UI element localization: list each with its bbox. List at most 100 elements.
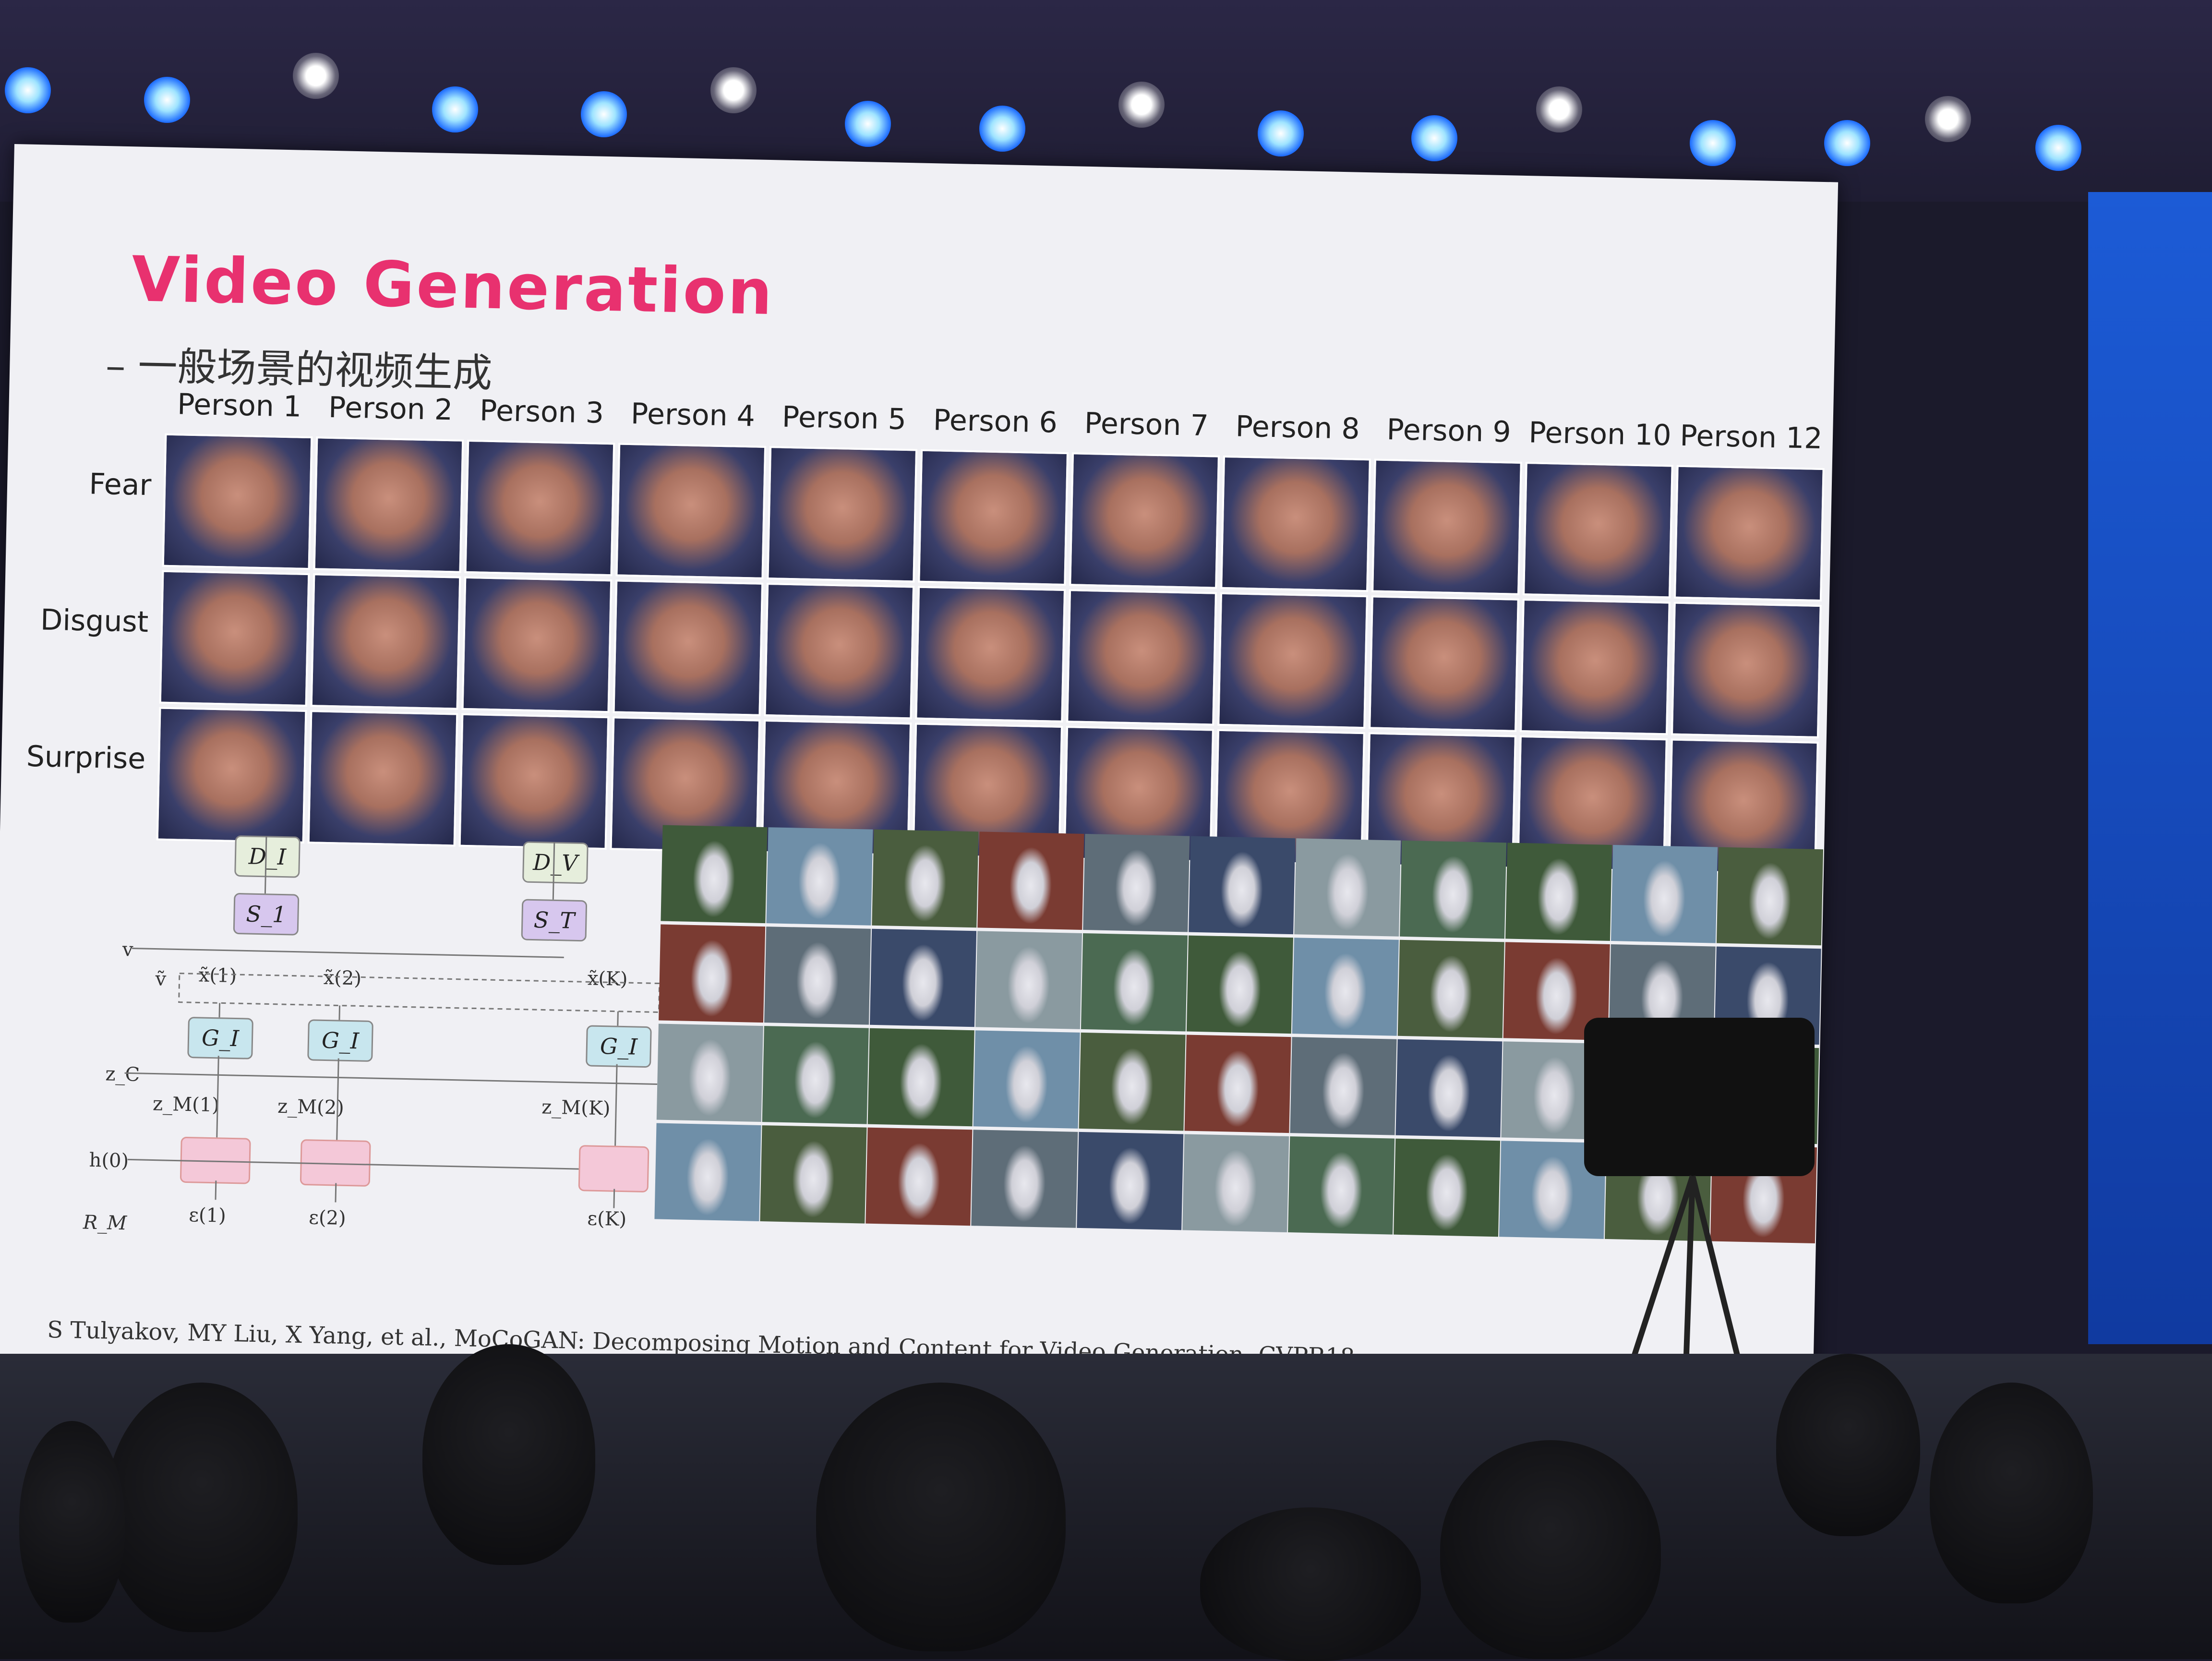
taichi-frame xyxy=(1186,935,1293,1034)
column-header: Person 9 xyxy=(1386,413,1512,449)
face-frame xyxy=(615,443,767,579)
taichi-frame xyxy=(1182,1134,1289,1233)
stage-light xyxy=(1536,86,1582,132)
taichi-frame xyxy=(1083,834,1190,932)
face-frame xyxy=(1371,458,1522,595)
face-frame xyxy=(310,573,461,710)
taichi-frame xyxy=(1079,1032,1186,1131)
stage-light xyxy=(581,91,627,137)
taichi-frame xyxy=(762,1026,869,1124)
taichi-frame xyxy=(1288,1136,1395,1235)
audience-head xyxy=(19,1421,125,1623)
face-frame xyxy=(162,433,313,570)
stage-light xyxy=(144,77,190,123)
diagram-connectors xyxy=(124,836,661,1208)
taichi-frame xyxy=(1077,1131,1184,1230)
taichi-frame xyxy=(1294,838,1401,937)
stage-light xyxy=(979,106,1025,152)
column-header: Person 5 xyxy=(781,400,907,437)
stage-light xyxy=(2035,125,2081,171)
stage-light xyxy=(1824,120,1870,166)
column-header: Person 6 xyxy=(933,403,1058,440)
column-header: Person 2 xyxy=(328,390,453,427)
stage-light xyxy=(1925,96,1971,142)
taichi-frame xyxy=(760,1125,867,1224)
taichi-frame xyxy=(1394,1138,1501,1237)
slide-subtitle: – 一般场景的视频生成 xyxy=(105,343,493,397)
taichi-frame xyxy=(661,825,768,924)
column-header: Person 10 xyxy=(1528,416,1672,453)
face-frame xyxy=(461,576,613,713)
row-label: Disgust xyxy=(40,603,149,639)
face-frame xyxy=(1673,465,1825,602)
row-label: Surprise xyxy=(26,739,146,776)
taichi-frame xyxy=(766,827,873,926)
taichi-frame xyxy=(1292,938,1399,1036)
face-frame xyxy=(1671,602,1822,739)
column-header: Person 3 xyxy=(479,394,604,430)
stage-light xyxy=(1411,115,1457,161)
audience-head xyxy=(1930,1383,2093,1603)
column-header: Person 1 xyxy=(177,387,302,424)
face-frame xyxy=(1069,452,1220,589)
taichi-frame xyxy=(1505,843,1612,941)
projection-slide: Video Generation – 一般场景的视频生成 Person 1 Pe… xyxy=(0,144,1839,1431)
mocogan-diagram: D_I D_V S_1 S_T G_I G_I G_I v ṽ x̃(1) x̃… xyxy=(30,802,663,1247)
audience-head xyxy=(1200,1507,1421,1661)
taichi-frame xyxy=(1081,933,1188,1032)
stage-light xyxy=(293,53,339,99)
taichi-frame xyxy=(866,1127,973,1226)
taichi-frame xyxy=(1716,847,1824,946)
audience-head xyxy=(1776,1354,1920,1536)
row-label: Fear xyxy=(88,467,152,503)
taichi-frame xyxy=(1400,840,1507,939)
taichi-frame xyxy=(872,829,979,928)
taichi-frame xyxy=(1611,845,1718,943)
taichi-frame xyxy=(973,1030,1080,1129)
face-frame xyxy=(915,586,1066,723)
taichi-frame xyxy=(1397,939,1504,1038)
column-header: Person 12 xyxy=(1679,419,1823,456)
face-frame xyxy=(159,570,310,707)
audience-head xyxy=(1440,1440,1661,1659)
column-header: Person 7 xyxy=(1084,406,1209,443)
taichi-frame xyxy=(1290,1037,1397,1135)
taichi-frame xyxy=(1395,1039,1503,1138)
taichi-frame xyxy=(867,1028,974,1127)
face-frame xyxy=(464,439,615,577)
taichi-frame xyxy=(869,928,977,1027)
taichi-frame xyxy=(975,931,1082,1029)
audience-head xyxy=(106,1383,298,1632)
audience-head xyxy=(422,1344,595,1565)
stage-light xyxy=(710,67,757,113)
face-frame xyxy=(1523,462,1673,599)
face-frame xyxy=(918,449,1069,586)
face-frame xyxy=(1520,598,1671,735)
face-frame xyxy=(613,579,764,716)
audience-head xyxy=(816,1383,1066,1651)
face-frame xyxy=(767,446,918,583)
taichi-frame xyxy=(654,1123,761,1221)
column-header: Person 8 xyxy=(1235,409,1360,446)
face-frame xyxy=(1217,592,1368,729)
face-frame xyxy=(313,436,464,573)
stage-light xyxy=(5,67,51,113)
stage-light xyxy=(1690,120,1736,166)
stage-light xyxy=(432,86,478,132)
column-header: Person 4 xyxy=(630,397,756,433)
stage-light xyxy=(1258,110,1304,156)
side-led-panel xyxy=(2088,192,2212,1344)
slide-title: Video Generation xyxy=(131,242,775,329)
taichi-frame xyxy=(1189,836,1296,935)
taichi-frame xyxy=(656,1023,763,1122)
face-frame xyxy=(1220,455,1371,592)
face-frame xyxy=(1369,595,1519,732)
stage-light xyxy=(845,101,891,147)
taichi-frame xyxy=(977,831,1084,930)
taichi-frame xyxy=(1184,1035,1291,1133)
stage-light xyxy=(1118,82,1165,128)
video-camera xyxy=(1584,1018,1815,1176)
face-frame xyxy=(764,583,915,720)
taichi-frame xyxy=(971,1130,1078,1228)
taichi-frame xyxy=(764,927,871,1025)
